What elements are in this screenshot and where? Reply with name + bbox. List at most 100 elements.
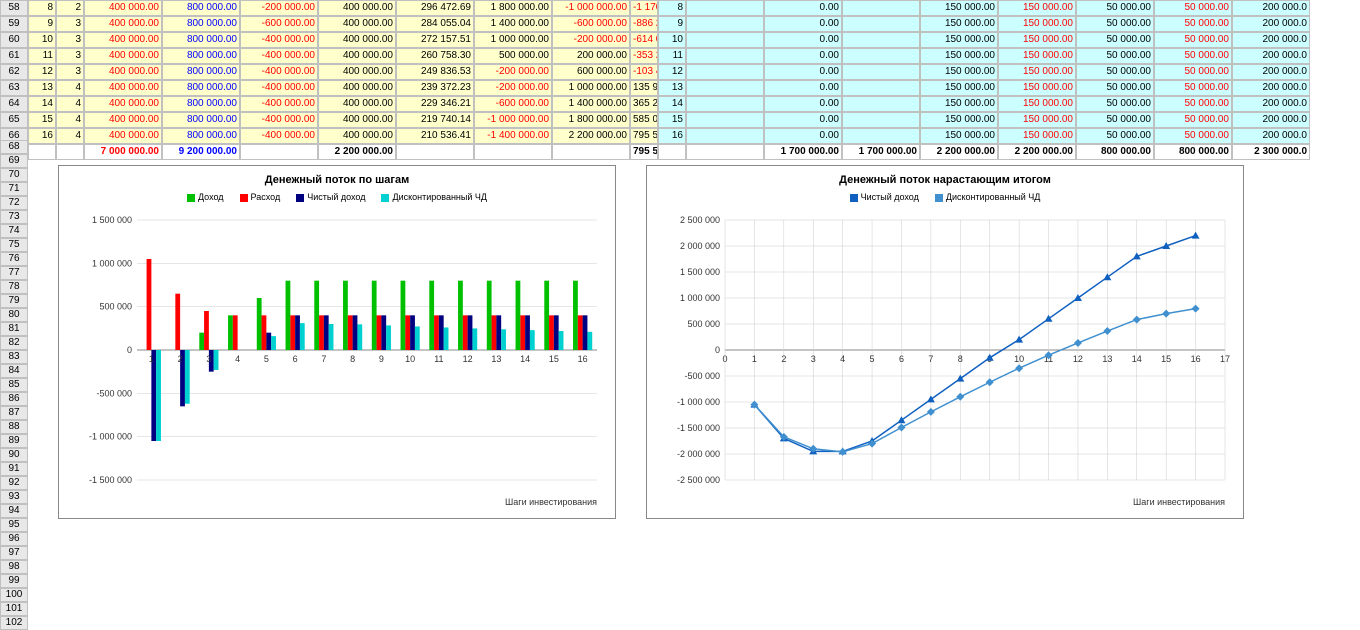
cell-r-h[interactable]: 50 000.00 — [1154, 0, 1232, 16]
cell-r-i[interactable]: 200 000.0 — [1232, 96, 1310, 112]
cell-expense[interactable]: 800 000.00 — [162, 80, 240, 96]
cell-step[interactable]: 16 — [28, 128, 56, 144]
cell-expense[interactable]: 800 000.00 — [162, 16, 240, 32]
cell-year[interactable]: 3 — [56, 64, 84, 80]
cell-r-c[interactable]: 0.00 — [764, 48, 842, 64]
cell-r-g[interactable]: 50 000.00 — [1076, 80, 1154, 96]
cell-blank[interactable] — [842, 96, 920, 112]
cell-r-h[interactable]: 50 000.00 — [1154, 64, 1232, 80]
row-header[interactable]: 88 — [0, 420, 28, 434]
cell-r-c[interactable]: 0.00 — [764, 128, 842, 144]
cell-i[interactable]: -1 000 000.00 — [552, 0, 630, 16]
cell-h[interactable]: 1 400 000.00 — [474, 16, 552, 32]
cell-income[interactable]: 400 000.00 — [84, 48, 162, 64]
row-header[interactable]: 79 — [0, 294, 28, 308]
cell-r-g[interactable]: 50 000.00 — [1076, 16, 1154, 32]
cell-income[interactable]: 400 000.00 — [84, 80, 162, 96]
cell-year[interactable]: 4 — [56, 112, 84, 128]
cell-blank[interactable] — [686, 64, 764, 80]
row-header[interactable]: 64 — [0, 96, 28, 112]
total-j[interactable]: 795 542.55 — [630, 144, 658, 160]
row-header[interactable]: 69 — [0, 154, 28, 168]
cell-r-i[interactable]: 200 000.0 — [1232, 48, 1310, 64]
cell-r-h[interactable]: 50 000.00 — [1154, 112, 1232, 128]
row-header[interactable]: 94 — [0, 504, 28, 518]
row-header[interactable]: 80 — [0, 308, 28, 322]
[interactable] — [28, 144, 56, 160]
cell-r-f[interactable]: 150 000.00 — [998, 80, 1076, 96]
cell-j[interactable]: 795 542.55 — [630, 128, 658, 144]
row-header[interactable]: 102 — [0, 616, 28, 630]
cell-j[interactable]: -886 204.77 — [630, 16, 658, 32]
cell-j[interactable]: -1 170 259.82 — [630, 0, 658, 16]
cell-h[interactable]: -200 000.00 — [474, 80, 552, 96]
row-header[interactable]: 96 — [0, 532, 28, 546]
cell-net[interactable]: -400 000.00 — [240, 112, 318, 128]
row-header[interactable]: 81 — [0, 322, 28, 336]
cell-r-c[interactable]: 0.00 — [764, 32, 842, 48]
[interactable] — [474, 144, 552, 160]
row-header[interactable]: 77 — [0, 266, 28, 280]
cell-r-g[interactable]: 50 000.00 — [1076, 48, 1154, 64]
cell-r-h[interactable]: 50 000.00 — [1154, 128, 1232, 144]
cell-blank[interactable] — [686, 0, 764, 16]
cell-step-r[interactable]: 11 — [658, 48, 686, 64]
row-header[interactable]: 71 — [0, 182, 28, 196]
cell-r-c[interactable]: 0.00 — [764, 112, 842, 128]
row-header[interactable]: 75 — [0, 238, 28, 252]
row-header[interactable]: 93 — [0, 490, 28, 504]
cell-r-f[interactable]: 150 000.00 — [998, 32, 1076, 48]
cell-r-f[interactable]: 150 000.00 — [998, 128, 1076, 144]
cell-f[interactable]: 400 000.00 — [318, 96, 396, 112]
cell-step[interactable]: 11 — [28, 48, 56, 64]
total-r-d[interactable]: 1 700 000.00 — [842, 144, 920, 160]
cell-blank[interactable] — [686, 48, 764, 64]
cell-r-h[interactable]: 50 000.00 — [1154, 80, 1232, 96]
cell-step-r[interactable]: 16 — [658, 128, 686, 144]
row-header[interactable]: 99 — [0, 574, 28, 588]
cell-f[interactable]: 400 000.00 — [318, 128, 396, 144]
row-header[interactable]: 83 — [0, 350, 28, 364]
cell-g[interactable]: 296 472.69 — [396, 0, 474, 16]
row-header[interactable]: 101 — [0, 602, 28, 616]
cell-step-r[interactable]: 8 — [658, 0, 686, 16]
cell-r-i[interactable]: 200 000.0 — [1232, 112, 1310, 128]
cell-f[interactable]: 400 000.00 — [318, 80, 396, 96]
cell-step[interactable]: 14 — [28, 96, 56, 112]
cell-h[interactable]: -1 000 000.00 — [474, 112, 552, 128]
cell-g[interactable]: 249 836.53 — [396, 64, 474, 80]
row-header[interactable]: 73 — [0, 210, 28, 224]
row-header[interactable]: 86 — [0, 392, 28, 406]
cell-year[interactable]: 2 — [56, 0, 84, 16]
cell-blank[interactable] — [842, 112, 920, 128]
row-header[interactable]: 87 — [0, 406, 28, 420]
cell-blank[interactable] — [686, 96, 764, 112]
cell-income[interactable]: 400 000.00 — [84, 64, 162, 80]
cell-year[interactable]: 4 — [56, 80, 84, 96]
cell-h[interactable]: -1 400 000.00 — [474, 128, 552, 144]
row-header[interactable]: 74 — [0, 224, 28, 238]
cell-r-g[interactable]: 50 000.00 — [1076, 112, 1154, 128]
cell-r-h[interactable]: 50 000.00 — [1154, 96, 1232, 112]
cell-blank[interactable] — [842, 128, 920, 144]
cell-r-i[interactable]: 200 000.0 — [1232, 16, 1310, 32]
cell-expense[interactable]: 800 000.00 — [162, 48, 240, 64]
cell-net[interactable]: -400 000.00 — [240, 80, 318, 96]
row-header[interactable]: 92 — [0, 476, 28, 490]
cell-blank[interactable] — [686, 80, 764, 96]
cell-h[interactable]: 1 000 000.00 — [474, 32, 552, 48]
total-c[interactable]: 7 000 000.00 — [84, 144, 162, 160]
cell-income[interactable]: 400 000.00 — [84, 112, 162, 128]
row-header[interactable]: 58 — [0, 0, 28, 16]
cell-i[interactable]: -200 000.00 — [552, 32, 630, 48]
cell-r-f[interactable]: 150 000.00 — [998, 96, 1076, 112]
row-header[interactable]: 82 — [0, 336, 28, 350]
cell-year[interactable]: 3 — [56, 16, 84, 32]
cell-g[interactable]: 284 055.04 — [396, 16, 474, 32]
cell-blank[interactable] — [686, 16, 764, 32]
cell-blank[interactable] — [686, 112, 764, 128]
cell-step[interactable]: 10 — [28, 32, 56, 48]
total-r-c[interactable]: 1 700 000.00 — [764, 144, 842, 160]
cell-r-g[interactable]: 50 000.00 — [1076, 128, 1154, 144]
total-r-i[interactable]: 2 300 000.0 — [1232, 144, 1310, 160]
